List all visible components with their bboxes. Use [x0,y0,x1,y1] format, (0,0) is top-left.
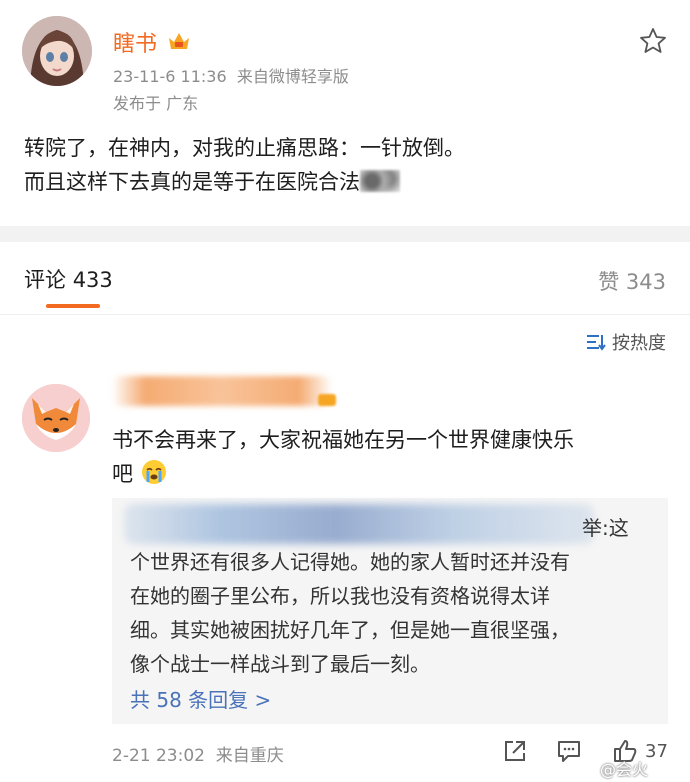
commenter-badge-redacted [318,394,336,406]
post-meta: 23-11-6 11:36 来自微博轻享版 [113,63,349,87]
tab-comments-count: 433 [72,268,113,292]
post-text-line-2: 而且这样下去真的是等于在医院合法 [24,170,360,194]
reply-line-1: 个世界还有很多人记得她。她的家人暂时还并没有 [130,550,570,574]
author-avatar[interactable] [22,16,92,86]
post-location: 发布于 广东 [113,94,199,113]
reply-line-3: 细。其实她被困扰好几年了，但是她一直很坚强， [130,618,570,642]
reply-visible-suffix: 举:这 [582,516,629,540]
watermark: @会火 [600,760,649,779]
section-divider [0,226,690,242]
author-name[interactable]: 瞎书 [113,26,157,58]
tab-likes[interactable]: 赞 343 [598,266,666,296]
post-body: 转院了，在神内，对我的止痛思路：一针放倒。 而且这样下去真的是等于在医院合法 [24,131,664,199]
comment-time: 2-21 23:02 [112,746,205,766]
share-icon[interactable] [502,738,528,764]
crying-face-icon [141,460,166,484]
reply-preview-text: 举:这 个世界还有很多人记得她。她的家人暂时还并没有 在她的圈子里公布，所以我也… [130,511,650,681]
post-text-line-1: 转院了，在神内，对我的止痛思路：一针放倒。 [24,136,465,160]
tab-separator [0,314,690,315]
comment-source: 来自重庆 [215,746,284,766]
tab-likes-label: 赞 [598,270,620,294]
commenter-name-redacted [112,376,332,406]
comment-text-line-2-wrap: 吧 [112,457,672,491]
reply-line-2: 在她的圈子里公布，所以我也没有资格说得太详 [130,584,550,608]
star-outline-icon[interactable] [638,26,668,56]
tab-likes-count: 343 [625,270,666,294]
comment-body: 书不会再来了，大家祝福她在另一个世界健康快乐 吧 [112,423,672,491]
comment-text-line-2: 吧 [112,462,133,486]
like-count: 37 [645,741,668,762]
comment-text-line-1: 书不会再来了，大家祝福她在另一个世界健康快乐 [112,428,574,452]
tab-comments-label: 评论 [24,268,66,292]
blurred-emoji [360,170,400,192]
active-tab-indicator [46,304,100,308]
post-text-line-2-wrap: 而且这样下去真的是等于在医院合法 [24,165,664,199]
post-source: 来自微博轻享版 [236,67,349,86]
post-timestamp: 23-11-6 11:36 [113,67,227,86]
comment-icon[interactable] [556,738,582,764]
reply-line-0: 举:这 [130,511,650,545]
sort-label: 按热度 [612,333,666,354]
sort-icon [587,335,606,351]
vip-crown-icon [167,30,191,52]
sort-toggle[interactable]: 按热度 [586,329,666,355]
tab-comments[interactable]: 评论 433 [24,264,113,294]
reply-line-4: 像个战士一样战斗到了最后一刻。 [130,652,430,676]
comment-meta: 2-21 23:02 来自重庆 [112,741,284,766]
view-replies-link[interactable]: 共 58 条回复 > [130,684,271,713]
commenter-avatar[interactable] [22,384,90,452]
